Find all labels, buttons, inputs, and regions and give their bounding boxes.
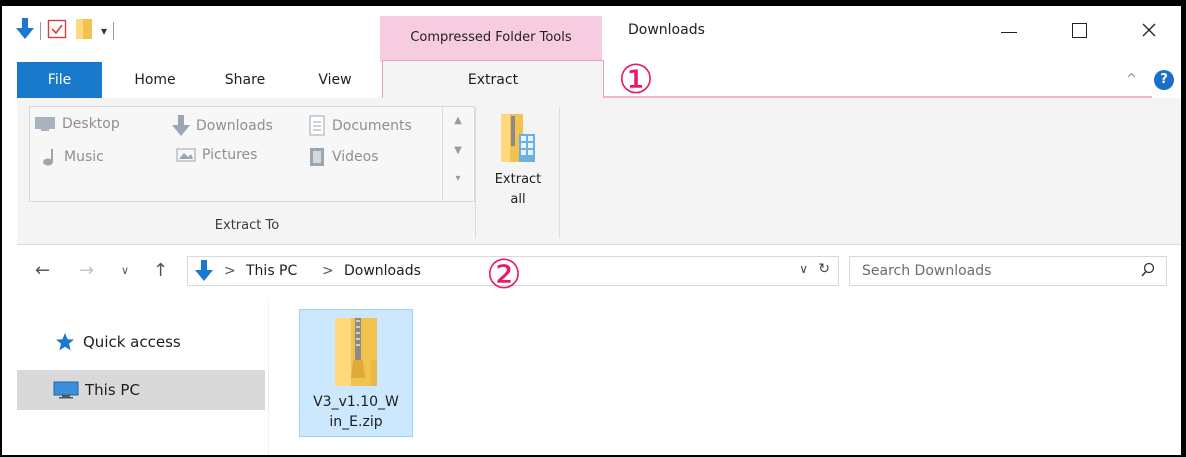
zip-folder-icon xyxy=(501,114,535,162)
breadcrumb-this-pc[interactable]: This PC xyxy=(246,263,297,279)
file-name: V3_v1.10_W in_E.zip xyxy=(300,392,412,432)
extract-to-music[interactable]: Music xyxy=(40,147,104,167)
pictures-icon xyxy=(176,148,196,162)
extract-to-desktop[interactable]: Desktop xyxy=(34,115,120,133)
search-box[interactable]: Search Downloads xyxy=(849,256,1167,286)
download-arrow-icon[interactable] xyxy=(16,18,34,44)
properties-check-icon[interactable] xyxy=(47,19,67,43)
extract-all-line1: Extract xyxy=(494,172,542,187)
star-icon xyxy=(56,333,74,351)
nav-item-this-pc[interactable]: This PC xyxy=(17,370,265,410)
nav-item-quick-access[interactable]: Quick access xyxy=(17,322,265,362)
navigation-pane: Quick access This PC xyxy=(17,302,267,455)
group-divider xyxy=(559,108,560,238)
search-placeholder: Search Downloads xyxy=(862,263,992,279)
file-name-line2: in_E.zip xyxy=(329,414,383,430)
gallery-scrollbar[interactable]: ▲ ▼ ▾ xyxy=(442,107,473,201)
file-item[interactable]: V3_v1.10_W in_E.zip xyxy=(299,309,413,437)
tab-extract[interactable]: Extract xyxy=(382,60,604,98)
refresh-icon[interactable]: ↻ xyxy=(818,261,830,277)
downloads-location-icon xyxy=(195,260,213,281)
extract-to-documents-label: Documents xyxy=(332,118,412,134)
new-folder-icon[interactable] xyxy=(73,18,95,44)
extract-to-pictures[interactable]: Pictures xyxy=(176,147,257,163)
extract-to-group-label: Extract To xyxy=(214,218,280,233)
quick-access-toolbar: ▾ xyxy=(16,18,115,44)
file-name-line1: V3_v1.10_W xyxy=(313,394,399,410)
forward-arrow-icon[interactable]: → xyxy=(79,260,94,281)
tab-view[interactable]: View xyxy=(304,62,366,98)
group-divider xyxy=(475,108,476,238)
videos-icon xyxy=(310,148,324,166)
qat-separator xyxy=(113,22,115,40)
pane-divider xyxy=(268,302,269,455)
extract-all-button[interactable]: Extract all xyxy=(483,112,553,212)
window-title: Downloads xyxy=(628,22,705,38)
desktop-icon xyxy=(35,117,55,131)
gallery-scroll-down-icon[interactable]: ▼ xyxy=(443,145,473,156)
back-arrow-icon[interactable]: ← xyxy=(35,260,50,281)
tab-home[interactable]: Home xyxy=(124,62,186,98)
close-button[interactable] xyxy=(1126,18,1172,42)
nav-item-this-pc-label: This PC xyxy=(85,381,140,399)
ribbon-panel: Desktop Downloads Documents Music Pictur… xyxy=(17,98,1181,245)
up-arrow-icon[interactable]: ↑ xyxy=(153,260,168,281)
navigation-bar: ← → ∨ ↑ > This PC > Downloads ∨ ↻ Search… xyxy=(17,246,1181,298)
extract-to-documents[interactable]: Documents xyxy=(308,115,412,137)
breadcrumb-separator: > xyxy=(322,263,334,279)
help-icon[interactable]: ? xyxy=(1154,70,1174,90)
customize-dropdown-icon[interactable]: ▾ xyxy=(101,24,107,38)
search-icon[interactable] xyxy=(1140,262,1156,278)
tab-file[interactable]: File xyxy=(17,62,102,98)
extract-to-videos-label: Videos xyxy=(332,149,379,165)
maximize-button[interactable] xyxy=(1056,18,1102,42)
explorer-window: ▾ Compressed Folder Tools Downloads File… xyxy=(0,0,1186,457)
nav-item-quick-access-label: Quick access xyxy=(83,333,181,351)
gallery-expand-icon[interactable]: ▾ xyxy=(443,173,473,184)
minimize-icon xyxy=(1001,31,1017,33)
close-icon xyxy=(1142,23,1156,37)
extract-to-downloads-label: Downloads xyxy=(196,118,273,134)
tab-share[interactable]: Share xyxy=(214,62,276,98)
extract-to-music-label: Music xyxy=(64,149,104,165)
context-tab-header: Compressed Folder Tools xyxy=(380,16,602,62)
annotation-marker-2: ② xyxy=(486,252,522,298)
breadcrumb-downloads[interactable]: Downloads xyxy=(344,263,421,279)
address-history-dropdown-icon[interactable]: ∨ xyxy=(799,262,808,276)
breadcrumb-separator: > xyxy=(224,263,236,279)
qat-separator xyxy=(40,22,41,40)
downloads-icon xyxy=(172,115,190,136)
extract-to-videos[interactable]: Videos xyxy=(308,147,379,167)
documents-icon xyxy=(309,115,325,136)
extract-to-downloads[interactable]: Downloads xyxy=(172,115,273,137)
collapse-ribbon-icon[interactable]: ^ xyxy=(1126,72,1137,87)
title-bar: ▾ Compressed Folder Tools Downloads xyxy=(2,6,1181,62)
extract-all-label: Extract all xyxy=(483,170,553,210)
extract-to-pictures-label: Pictures xyxy=(202,147,258,163)
ribbon-tabs: File Home Share View Extract ^ ? xyxy=(2,60,1181,98)
extract-to-gallery: Desktop Downloads Documents Music Pictur… xyxy=(29,106,475,202)
maximize-icon xyxy=(1071,22,1087,38)
extract-all-line2: all xyxy=(510,192,526,207)
gallery-scroll-up-icon[interactable]: ▲ xyxy=(443,115,473,126)
recent-locations-chevron-icon[interactable]: ∨ xyxy=(121,264,129,277)
zip-folder-icon xyxy=(335,318,377,386)
music-icon xyxy=(43,149,53,166)
context-tab-label: Compressed Folder Tools xyxy=(410,30,572,45)
minimize-button[interactable] xyxy=(986,18,1032,42)
annotation-marker-1: ① xyxy=(618,57,654,103)
monitor-icon xyxy=(53,381,79,399)
extract-to-desktop-label: Desktop xyxy=(62,116,120,132)
